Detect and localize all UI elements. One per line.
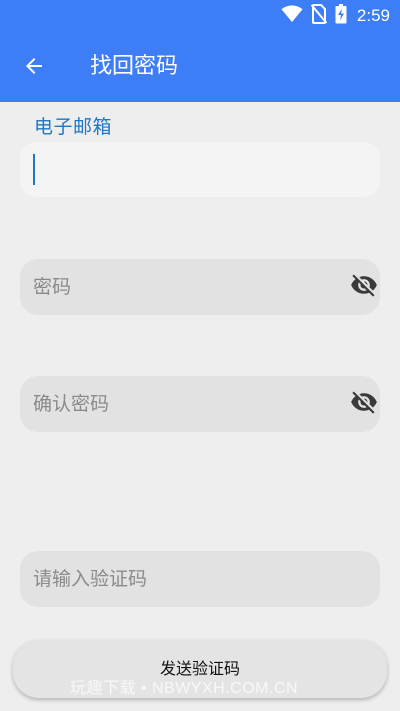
verification-code-field[interactable]: 请输入验证码 (20, 551, 380, 607)
no-sim-icon (310, 4, 328, 28)
confirm-password-visibility-toggle[interactable] (348, 388, 380, 420)
back-button[interactable] (18, 52, 50, 84)
verification-code-placeholder: 请输入验证码 (33, 568, 148, 590)
wifi-icon (281, 5, 303, 27)
confirm-password-field[interactable]: 确认密码 (20, 376, 380, 432)
status-time: 2:59 (356, 6, 390, 25)
page-title: 找回密码 (90, 54, 179, 79)
eye-off-icon (350, 271, 378, 303)
status-bar: 2:59 (0, 0, 400, 32)
eye-off-icon (350, 388, 378, 420)
text-cursor (33, 154, 35, 185)
confirm-password-placeholder: 确认密码 (33, 393, 110, 415)
app-bar: 找回密码 (0, 32, 400, 102)
email-field[interactable] (20, 142, 380, 197)
password-placeholder: 密码 (33, 276, 72, 298)
arrow-left-icon (22, 54, 46, 82)
email-label: 电子邮箱 (34, 116, 113, 138)
password-visibility-toggle[interactable] (348, 271, 380, 303)
send-code-label: 发送验证码 (159, 659, 240, 678)
battery-charging-icon (335, 4, 347, 28)
watermark: 玩趣下载 • NBWYXH.COM.CN (70, 680, 299, 697)
password-field[interactable]: 密码 (20, 259, 380, 315)
status-icons: 2:59 (281, 4, 390, 28)
